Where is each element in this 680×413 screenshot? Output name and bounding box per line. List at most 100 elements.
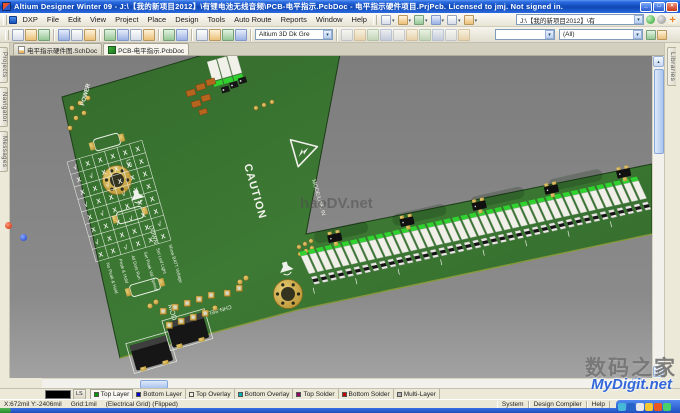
path-combo[interactable]: J:\【我的新项目2012】\有 xyxy=(516,14,644,25)
open-icon[interactable] xyxy=(25,29,37,41)
tab-pcb-doc[interactable]: PCB-电平指示.PcbDoc xyxy=(103,43,189,55)
layer-tab-top-overlay[interactable]: Top Overlay xyxy=(186,389,235,399)
select-arrow-icon[interactable] xyxy=(341,29,353,41)
cut-icon[interactable] xyxy=(104,29,116,41)
maximize-button[interactable]: □ xyxy=(653,2,665,12)
interactive-route-icon[interactable] xyxy=(445,29,457,41)
measure-icon[interactable] xyxy=(458,29,470,41)
menu-project[interactable]: Project xyxy=(111,14,143,26)
sidebar-item-projects[interactable]: Projects xyxy=(0,47,8,83)
align-icon[interactable] xyxy=(393,29,405,41)
chevron-down-icon[interactable] xyxy=(634,15,643,24)
transistor-pad xyxy=(406,225,411,230)
tray-icon-3[interactable] xyxy=(636,403,644,411)
layer-tab-label: Top Layer xyxy=(101,391,130,398)
net-filter-combo[interactable] xyxy=(495,29,555,40)
cross-probe-icon[interactable] xyxy=(222,29,234,41)
scope-filter-combo[interactable]: (All) xyxy=(559,29,643,40)
menu-window[interactable]: Window xyxy=(311,14,347,26)
sidebar-item-libraries[interactable]: Libraries xyxy=(667,47,676,86)
deselect-icon[interactable] xyxy=(354,29,366,41)
print-icon[interactable] xyxy=(58,29,70,41)
chevron-down-icon[interactable] xyxy=(545,30,554,39)
sidebar-item-navigator[interactable]: Navigator xyxy=(0,87,8,127)
panel-button-design-compiler[interactable]: Design Compiler xyxy=(529,401,587,408)
page-setup-icon[interactable] xyxy=(84,29,96,41)
layer-tab-top-solder[interactable]: Top Solder xyxy=(293,389,338,399)
horizontal-scroll-track[interactable] xyxy=(42,378,642,388)
clear-filter-icon[interactable] xyxy=(367,29,379,41)
favorites-dropdown[interactable] xyxy=(396,14,413,26)
apply-filter-icon[interactable] xyxy=(646,30,656,40)
re-pour-icon[interactable] xyxy=(432,29,444,41)
zoom-selection-icon[interactable] xyxy=(209,29,221,41)
pcb-3d-viewport[interactable]: POWER CAUTION MODE/LINE IN UP DOWN M xyxy=(10,56,652,378)
vertical-scrollbar[interactable]: ▲ ▼ xyxy=(652,56,664,378)
current-layer-swatch[interactable] xyxy=(45,390,71,399)
tray-icon-2[interactable] xyxy=(627,403,635,411)
move-object-icon[interactable] xyxy=(380,29,392,41)
snippets-dropdown[interactable] xyxy=(462,14,479,26)
redo-icon[interactable] xyxy=(163,29,175,41)
save-icon[interactable] xyxy=(38,29,50,41)
recent-dropdown[interactable] xyxy=(429,14,446,26)
polygon-pour-icon[interactable] xyxy=(419,29,431,41)
layer-tab-multi-layer[interactable]: Multi-Layer xyxy=(394,389,440,399)
tray-icon-1[interactable] xyxy=(618,403,626,411)
clipboard-dropdown[interactable] xyxy=(446,14,463,26)
open-document-dropdown[interactable] xyxy=(379,14,396,26)
vertical-scroll-thumb[interactable] xyxy=(654,69,664,154)
menu-edit[interactable]: Edit xyxy=(64,14,86,26)
titlebar: Altium Designer Winter 09 - J:\【我的新项目201… xyxy=(0,0,680,13)
layer-tab-bottom-solder[interactable]: Bottom Solder xyxy=(339,389,394,399)
clear-filter-icon[interactable] xyxy=(657,30,667,40)
tray-icon-4[interactable] xyxy=(645,403,653,411)
via-pad xyxy=(243,275,248,280)
layer-color-swatch xyxy=(238,392,243,397)
menu-view[interactable]: View xyxy=(85,14,110,26)
minimize-button[interactable]: _ xyxy=(640,2,652,12)
chevron-down-icon[interactable] xyxy=(633,30,642,39)
add-favorite-icon[interactable] xyxy=(668,15,677,24)
undo-icon[interactable] xyxy=(143,29,155,41)
layer-tab-top-layer[interactable]: Top Layer xyxy=(90,389,134,400)
close-button[interactable]: × xyxy=(666,2,678,12)
panel-button-help[interactable]: Help xyxy=(587,401,610,408)
tray-icon-6[interactable] xyxy=(663,403,671,411)
paste-icon[interactable] xyxy=(130,29,142,41)
menu-help[interactable]: Help xyxy=(347,14,371,26)
toolbar-grip[interactable] xyxy=(5,30,9,40)
copy-icon[interactable] xyxy=(117,29,129,41)
zoom-area-icon[interactable] xyxy=(196,29,208,41)
layer-tab-bottom-layer[interactable]: Bottom Layer xyxy=(133,389,186,399)
menu-file[interactable]: File xyxy=(42,14,63,26)
menu-design[interactable]: Design xyxy=(171,14,203,26)
menu-auto-route[interactable]: Auto Route xyxy=(230,14,277,26)
toolbar-grip[interactable] xyxy=(373,15,377,25)
menu-dxp[interactable]: DXP xyxy=(18,14,42,26)
save-dropdown[interactable] xyxy=(413,14,430,26)
filter-icon[interactable] xyxy=(235,29,247,41)
tab-schematic-doc[interactable]: 电平指示硬件图.SchDoc xyxy=(13,43,102,55)
chevron-down-icon[interactable] xyxy=(323,30,332,39)
horizontal-scrollbar[interactable]: ◄ ► xyxy=(0,378,652,388)
view-configuration-combo[interactable]: Altium 3D Dk Gre xyxy=(255,29,333,40)
menu-tools[interactable]: Tools xyxy=(203,14,230,26)
zoom-fit-icon[interactable] xyxy=(176,29,188,41)
start-button-fragment[interactable] xyxy=(0,408,11,413)
rotate-icon[interactable] xyxy=(406,29,418,41)
menu-reports[interactable]: Reports xyxy=(276,14,311,26)
forward-nav-icon[interactable] xyxy=(657,15,666,24)
panel-button-system[interactable]: System xyxy=(497,401,529,408)
toolbar-grip[interactable] xyxy=(3,15,7,25)
menu-place[interactable]: Place xyxy=(143,14,171,26)
layer-tab-bottom-overlay[interactable]: Bottom Overlay xyxy=(235,389,294,399)
scroll-up-icon[interactable]: ▲ xyxy=(653,56,664,67)
tray-icon-5[interactable] xyxy=(654,403,662,411)
back-nav-icon[interactable] xyxy=(646,15,655,24)
new-document-icon[interactable] xyxy=(12,29,24,41)
sidebar-item-messages[interactable]: Messages xyxy=(0,131,8,172)
print-preview-icon[interactable] xyxy=(71,29,83,41)
altium-app-icon[interactable] xyxy=(2,2,11,11)
layer-sets-button[interactable]: LS xyxy=(73,389,86,400)
